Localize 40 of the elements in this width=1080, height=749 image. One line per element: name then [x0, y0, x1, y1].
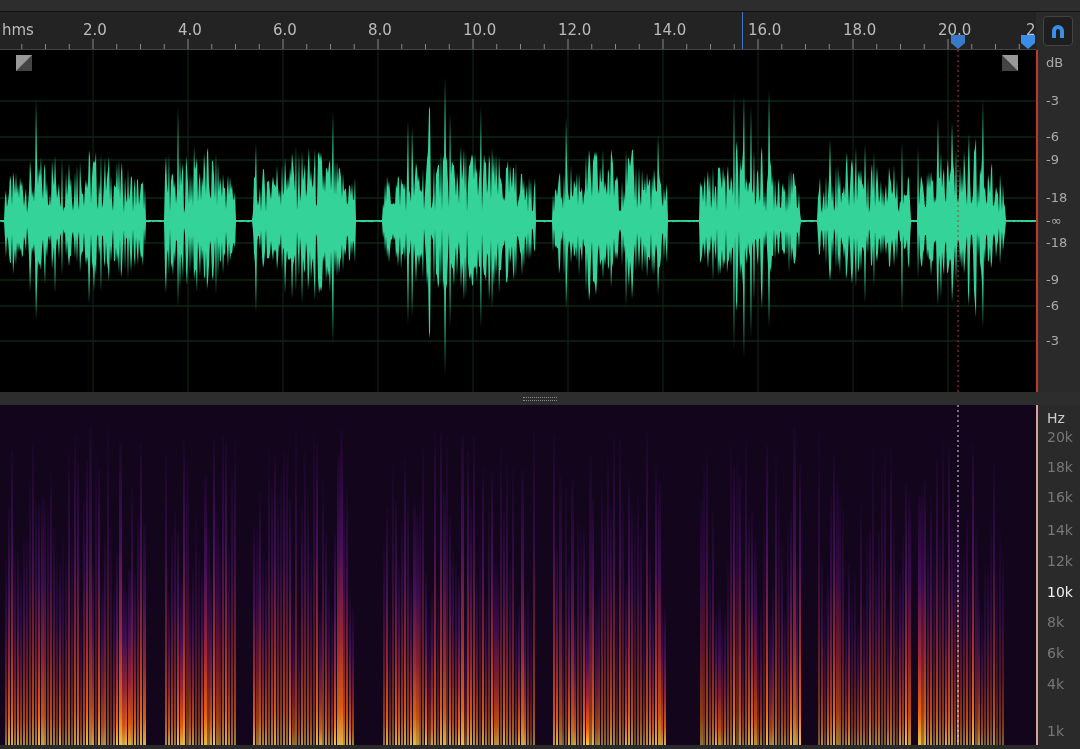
time-label: 2.0: [83, 20, 107, 41]
db-label: -6: [1046, 130, 1059, 143]
frequency-label: 20k: [1047, 430, 1073, 444]
time-unit-label: hms: [2, 20, 34, 41]
time-label: 18.0: [843, 20, 877, 41]
fade-out-handle-icon[interactable]: [1002, 55, 1018, 71]
db-label: -9: [1046, 273, 1059, 286]
time-ruler[interactable]: hms 2.0 4.0 6.0 8.0 10.0 12.0 14.0 16.0 18.0 20.0 2: [0, 12, 1036, 50]
time-label: 6.0: [273, 20, 297, 41]
time-label: 14.0: [653, 20, 687, 41]
time-label: 12.0: [558, 20, 592, 41]
db-label: -18: [1046, 236, 1068, 249]
time-label: 4.0: [178, 20, 202, 41]
frequency-label: 18k: [1047, 460, 1073, 474]
db-label: -3: [1046, 334, 1059, 347]
frequency-label: 10k: [1047, 585, 1073, 599]
frequency-label: 16k: [1047, 490, 1073, 504]
db-label: -9: [1046, 153, 1059, 166]
frequency-label: 14k: [1047, 523, 1073, 537]
frequency-label: 4k: [1047, 677, 1064, 691]
db-label: -∞: [1046, 214, 1062, 227]
frequency-label: 1k: [1047, 724, 1064, 738]
fade-in-handle-icon[interactable]: [16, 55, 32, 71]
frequency-label: 8k: [1047, 615, 1064, 629]
db-label: -6: [1046, 299, 1059, 312]
time-label: 20.0: [938, 20, 972, 41]
time-label: 16.0: [748, 20, 782, 41]
frequency-label: 12k: [1047, 554, 1073, 568]
time-label: 8.0: [368, 20, 392, 41]
db-label: -18: [1046, 191, 1068, 204]
db-unit-label: dB: [1046, 54, 1064, 72]
db-label: -3: [1046, 94, 1059, 107]
snap-toggle-button[interactable]: [1043, 16, 1073, 46]
time-label: 10.0: [463, 20, 497, 41]
frequency-label: 6k: [1047, 646, 1064, 660]
hz-unit-label: Hz: [1047, 409, 1065, 428]
magnet-icon: [1049, 22, 1067, 40]
playhead-line: [742, 12, 743, 49]
time-label: 2: [1026, 20, 1036, 41]
panel-resize-handle[interactable]: [523, 396, 557, 401]
